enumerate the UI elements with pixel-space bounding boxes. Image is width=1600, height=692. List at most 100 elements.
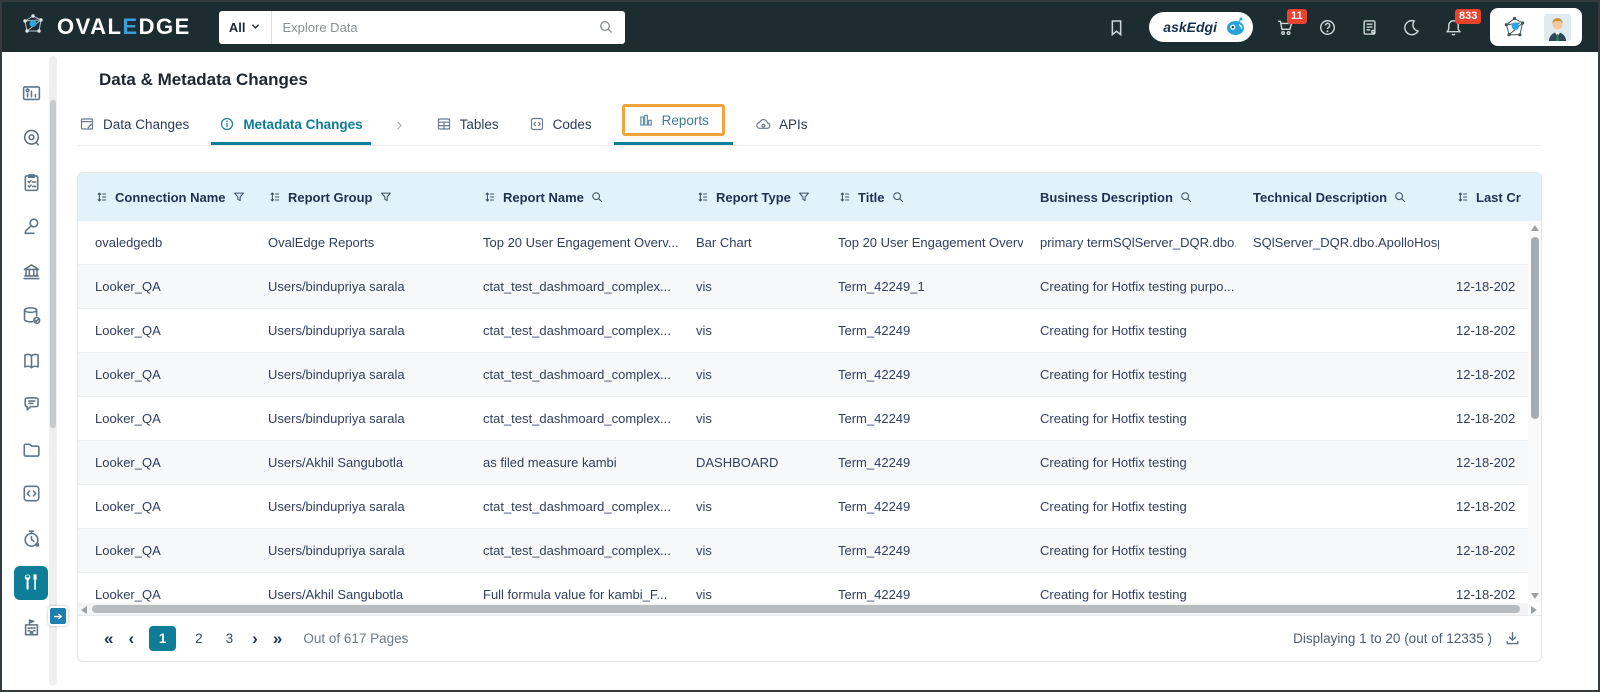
table-cell: Creating for Hotfix testing purpo... (1040, 279, 1235, 294)
column-label: Technical Description (1253, 189, 1388, 205)
column-search-icon[interactable] (1393, 190, 1407, 204)
sidebar-item-discovery[interactable] (14, 121, 48, 155)
sidebar-item-data-quality[interactable] (14, 210, 48, 244)
column-label: Title (858, 189, 885, 205)
tab-label: APIs (778, 116, 808, 132)
column-header-title[interactable]: Title (821, 190, 1023, 205)
page-number-3[interactable]: 3 (222, 628, 238, 649)
sidebar-item-analytics[interactable] (14, 76, 48, 110)
table-row[interactable]: Looker_QA Users/bindupriya sarala ctat_tes… (78, 485, 1541, 529)
column-search-icon[interactable] (590, 190, 604, 204)
dark-mode-icon[interactable] (1402, 18, 1421, 37)
download-icon[interactable] (1504, 630, 1521, 647)
cart-icon[interactable]: 11 (1276, 8, 1307, 37)
sidebar-item-scheduler[interactable] (14, 521, 48, 555)
column-label: Last Cr (1476, 189, 1521, 205)
tab-metadata-changes[interactable]: Metadata Changes (211, 112, 371, 145)
notifications-bell-icon[interactable]: 833 (1444, 8, 1482, 37)
tab-data-changes[interactable]: Data Changes (79, 112, 189, 145)
column-header-connection-name[interactable]: Connection Name (78, 190, 251, 205)
table-cell: Top 20 User Engagement Overv... (483, 235, 679, 250)
scroll-right-arrow-icon[interactable] (1531, 605, 1537, 614)
table-row[interactable]: Looker_QA Users/bindupriya sarala ctat_tes… (78, 397, 1541, 441)
table-cell (1236, 265, 1439, 308)
table-row[interactable]: Looker_QA Users/bindupriya sarala ctat_tes… (78, 309, 1541, 353)
table-row[interactable]: Looker_QA Users/Akhil Sangubotla as filed … (78, 441, 1541, 485)
help-icon[interactable] (1318, 18, 1337, 37)
table-cell: Users/bindupriya sarala (268, 367, 405, 382)
bookmark-icon[interactable] (1107, 18, 1126, 37)
column-search-icon[interactable] (1179, 190, 1193, 204)
next-page-button[interactable]: › (252, 630, 258, 647)
table-row[interactable]: ovaledgedb OvalEdge Reports Top 20 User En… (78, 221, 1541, 265)
table-cell: ovaledgedb (95, 235, 163, 250)
scroll-left-arrow-icon[interactable] (81, 605, 87, 614)
column-header-report-name[interactable]: Report Name (466, 190, 679, 205)
table-cell: ctat_test_dashmoard_complex... (483, 499, 671, 514)
previous-page-button[interactable]: ‹ (128, 630, 134, 647)
sort-icon[interactable] (1456, 190, 1470, 204)
cloud-icon (755, 116, 771, 132)
table-row[interactable]: Looker_QA Users/bindupriya sarala ctat_tes… (78, 265, 1541, 309)
sidebar-item-governance[interactable] (14, 254, 48, 288)
table-cell: Bar Chart (696, 235, 752, 250)
column-header-report-group[interactable]: Report Group (251, 190, 466, 205)
table-row[interactable]: Looker_QA Users/Akhil Sangubotla Full form… (78, 573, 1541, 605)
tab-tables[interactable]: Tables (436, 112, 499, 145)
organization-icon (21, 617, 42, 638)
scroll-up-arrow-icon[interactable] (1531, 225, 1539, 231)
scroll-down-arrow-icon[interactable] (1531, 593, 1539, 599)
page-number-1[interactable]: 1 (149, 626, 177, 651)
column-search-icon[interactable] (891, 190, 905, 204)
search-icon[interactable] (598, 19, 625, 35)
release-notes-icon[interactable] (1360, 18, 1379, 37)
table-cell: 12-18-202 (1456, 455, 1516, 470)
sort-icon[interactable] (838, 190, 852, 204)
sidebar-item-projects[interactable] (14, 432, 48, 466)
sidebar-item-glossary[interactable] (14, 343, 48, 377)
tab-reports[interactable]: Reports (613, 104, 734, 145)
tab-codes[interactable]: Codes (529, 112, 592, 145)
sort-icon[interactable] (268, 190, 282, 204)
column-header-last-cr[interactable]: Last Cr (1439, 190, 1541, 205)
ovaledge-gear-icon[interactable] (1501, 14, 1528, 41)
vertical-scrollbar-thumb[interactable] (1530, 237, 1539, 419)
sidebar-item-collaboration[interactable] (14, 388, 48, 422)
sidebar-scrollbar-thumb[interactable] (50, 100, 56, 428)
filter-funnel-icon[interactable] (232, 190, 246, 204)
page-number-2[interactable]: 2 (191, 628, 207, 649)
sidebar-expand-button[interactable]: ➔ (48, 606, 68, 626)
table-cell: Term_42249 (838, 587, 911, 602)
search-scope-dropdown[interactable]: All (219, 10, 273, 44)
tab-apis[interactable]: APIs (755, 112, 808, 145)
table-row[interactable]: Looker_QA Users/bindupriya sarala ctat_tes… (78, 353, 1541, 397)
sort-icon[interactable] (696, 190, 710, 204)
filter-funnel-icon[interactable] (379, 190, 393, 204)
table-cell: 12-18-202 (1456, 499, 1516, 514)
user-avatar[interactable] (1544, 13, 1571, 41)
table-cell (1236, 485, 1439, 528)
column-header-report-type[interactable]: Report Type (679, 190, 821, 205)
first-page-button[interactable]: « (104, 630, 113, 647)
glossary-icon (21, 350, 42, 371)
sidebar-item-organization[interactable] (14, 610, 48, 644)
last-page-button[interactable]: » (273, 630, 282, 647)
query-icon (21, 483, 42, 504)
sidebar-item-tools[interactable] (14, 565, 48, 600)
askedgi-button[interactable]: askEdgi (1149, 12, 1253, 42)
sort-icon[interactable] (483, 190, 497, 204)
ovaledge-logo[interactable]: OVALEDGE (18, 10, 191, 45)
vertical-scrollbar[interactable] (1528, 221, 1541, 603)
search-input[interactable] (272, 19, 598, 35)
horizontal-scrollbar[interactable] (78, 603, 1537, 615)
filter-funnel-icon[interactable] (797, 190, 811, 204)
sort-icon[interactable] (95, 190, 109, 204)
table-cell: Creating for Hotfix testing (1040, 367, 1187, 382)
horizontal-scrollbar-thumb[interactable] (92, 605, 1520, 613)
column-header-technical-description[interactable]: Technical Description (1236, 190, 1439, 205)
sidebar-item-checklist[interactable] (14, 165, 48, 199)
column-header-business-description[interactable]: Business Description (1023, 190, 1236, 205)
table-row[interactable]: Looker_QA Users/bindupriya sarala ctat_tes… (78, 529, 1541, 573)
sidebar-item-data-catalog[interactable] (14, 299, 48, 333)
sidebar-item-query[interactable] (14, 477, 48, 511)
